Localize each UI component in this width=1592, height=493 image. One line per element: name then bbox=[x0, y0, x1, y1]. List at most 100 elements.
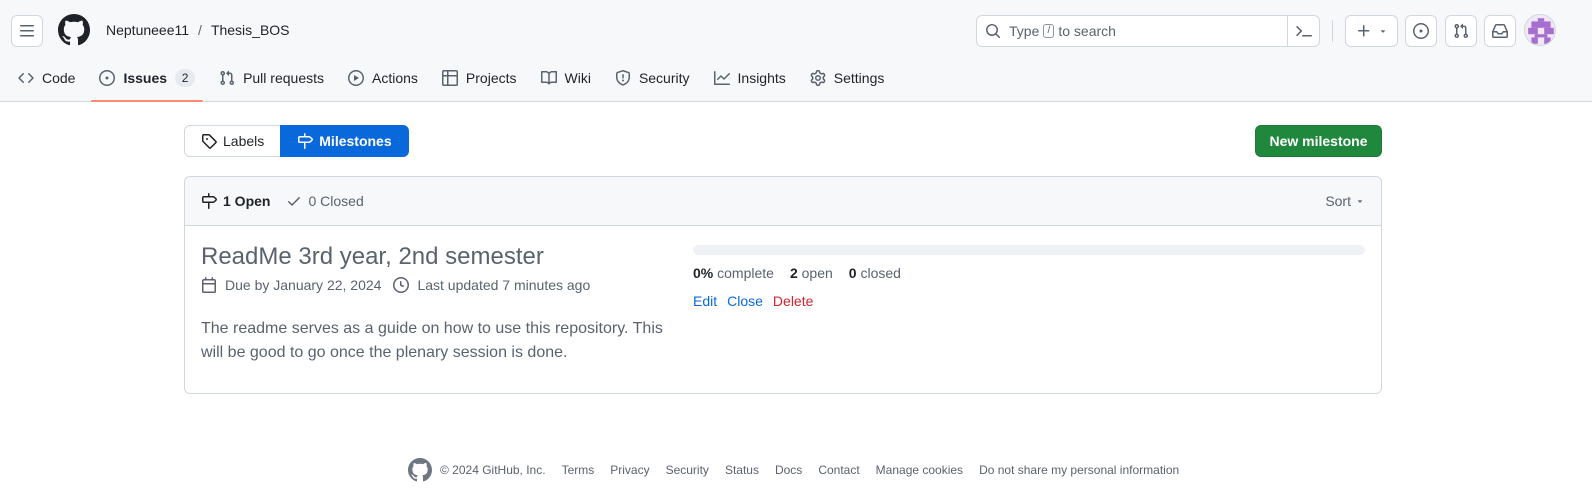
milestone-due-text: Due by January 22, 2024 bbox=[225, 277, 382, 293]
milestone-description: The readme serves as a guide on how to u… bbox=[201, 320, 663, 361]
breadcrumb: Neptuneee11 / Thesis_BOS bbox=[106, 22, 290, 38]
tab-projects[interactable]: Projects bbox=[434, 62, 525, 94]
footer-link-privacy[interactable]: Privacy bbox=[610, 463, 649, 477]
gear-icon bbox=[810, 70, 834, 86]
labels-tab-label: Labels bbox=[223, 133, 265, 149]
footer-link-terms[interactable]: Terms bbox=[562, 463, 595, 477]
tab-insights[interactable]: Insights bbox=[706, 62, 794, 94]
open-issues-label: open bbox=[801, 265, 833, 281]
book-icon bbox=[540, 70, 565, 86]
tab-pull-requests[interactable]: Pull requests bbox=[211, 62, 332, 94]
footer-link-docs[interactable]: Docs bbox=[775, 463, 802, 477]
inbox-button[interactable] bbox=[1484, 15, 1516, 47]
table-icon bbox=[441, 70, 466, 86]
tab-security[interactable]: Security bbox=[607, 62, 698, 94]
tag-icon bbox=[201, 133, 223, 149]
milestones-list-header: 1 Open 0 Closed Sort bbox=[185, 177, 1381, 226]
github-logo-icon[interactable] bbox=[58, 14, 90, 46]
open-count-label: 1 Open bbox=[223, 193, 271, 209]
milestone-meta: Due by January 22, 2024 Last updated 7 m… bbox=[201, 277, 602, 293]
labels-tab[interactable]: Labels bbox=[184, 125, 281, 157]
tab-label: Wiki bbox=[564, 70, 591, 86]
percent-complete: 0% complete bbox=[693, 265, 774, 281]
closed-issues-count[interactable]: 0 closed bbox=[849, 265, 901, 281]
pull-requests-button[interactable] bbox=[1445, 15, 1477, 47]
edit-milestone-link[interactable]: Edit bbox=[693, 293, 717, 309]
issues-count-badge: 2 bbox=[175, 69, 196, 87]
create-new-button[interactable] bbox=[1345, 15, 1398, 47]
milestone-actions: Edit Close Delete bbox=[693, 293, 823, 309]
tab-label: Pull requests bbox=[243, 70, 324, 86]
owner-link[interactable]: Neptuneee11 bbox=[106, 22, 189, 38]
closed-issues-label: closed bbox=[860, 265, 901, 281]
milestone-updated: Last updated 7 minutes ago bbox=[393, 277, 590, 293]
issues-button[interactable] bbox=[1405, 15, 1437, 47]
command-palette-button[interactable] bbox=[1287, 16, 1319, 46]
code-icon bbox=[18, 70, 42, 86]
closed-milestones-filter[interactable]: 0 Closed bbox=[286, 193, 364, 209]
milestone-stats: 0% complete 2 open 0 closed bbox=[693, 265, 917, 281]
github-mark-icon[interactable] bbox=[408, 458, 432, 482]
search-shortcut-key: / bbox=[1043, 24, 1055, 38]
milestone-updated-text: Last updated 7 minutes ago bbox=[417, 277, 591, 293]
closed-issues-value: 0 bbox=[848, 265, 857, 281]
milestones-list: 1 Open 0 Closed Sort ReadMe 3rd year, 2n… bbox=[184, 176, 1382, 394]
open-issues-value: 2 bbox=[789, 265, 798, 281]
header-divider bbox=[1332, 20, 1333, 42]
search-placeholder-start: Type bbox=[1009, 23, 1040, 39]
sort-label: Sort bbox=[1325, 193, 1351, 209]
plus-icon bbox=[1356, 23, 1372, 39]
tab-label: Actions bbox=[372, 70, 418, 86]
play-icon bbox=[348, 70, 372, 86]
calendar-icon bbox=[201, 277, 225, 293]
clock-icon bbox=[393, 277, 417, 293]
menu-button[interactable] bbox=[11, 15, 43, 47]
tab-label: Projects bbox=[465, 70, 517, 86]
inbox-icon bbox=[1492, 23, 1508, 39]
tab-label: Settings bbox=[833, 70, 885, 86]
tab-label: Code bbox=[42, 70, 76, 86]
milestone-icon bbox=[201, 193, 223, 209]
search-icon bbox=[985, 23, 1001, 39]
triangle-down-icon bbox=[1355, 196, 1365, 206]
tab-actions[interactable]: Actions bbox=[340, 62, 426, 94]
close-milestone-link[interactable]: Close bbox=[727, 293, 763, 309]
terminal-icon bbox=[1295, 23, 1312, 39]
hamburger-icon bbox=[19, 23, 35, 39]
user-avatar[interactable] bbox=[1524, 14, 1556, 46]
milestones-tab-label: Milestones bbox=[319, 133, 392, 149]
milestone-title[interactable]: ReadMe 3rd year, 2nd semester bbox=[201, 243, 544, 271]
app-header: Neptuneee11 / Thesis_BOS Type / to searc… bbox=[0, 0, 1592, 102]
tab-code[interactable]: Code bbox=[10, 62, 83, 94]
footer-copyright: © 2024 GitHub, Inc. bbox=[440, 463, 546, 477]
tab-issues[interactable]: Issues 2 bbox=[91, 62, 203, 102]
sort-dropdown[interactable]: Sort bbox=[1325, 193, 1365, 209]
percent-label: complete bbox=[717, 265, 774, 281]
delete-milestone-link[interactable]: Delete bbox=[773, 293, 813, 309]
milestones-tab[interactable]: Milestones bbox=[280, 125, 409, 157]
triangle-down-icon bbox=[1378, 26, 1388, 36]
repo-link[interactable]: Thesis_BOS bbox=[211, 22, 290, 38]
footer-link-contact[interactable]: Contact bbox=[818, 463, 859, 477]
issue-opened-icon bbox=[99, 70, 123, 86]
open-issues-count[interactable]: 2 open bbox=[790, 265, 833, 281]
footer-link-security[interactable]: Security bbox=[666, 463, 709, 477]
repo-nav: Code Issues 2 Pull requests Actions Proj… bbox=[10, 62, 900, 102]
footer-link-status[interactable]: Status bbox=[725, 463, 759, 477]
milestone-due: Due by January 22, 2024 bbox=[201, 277, 381, 293]
footer-link-do-not-share[interactable]: Do not share my personal information bbox=[979, 463, 1179, 477]
tab-label: Insights bbox=[737, 70, 786, 86]
footer-link-manage-cookies[interactable]: Manage cookies bbox=[876, 463, 963, 477]
check-icon bbox=[286, 193, 308, 209]
milestone-icon bbox=[297, 133, 319, 149]
open-milestones-filter[interactable]: 1 Open bbox=[201, 193, 270, 209]
search-input[interactable]: Type / to search bbox=[976, 15, 1320, 47]
tab-label: Issues bbox=[123, 70, 168, 86]
tab-settings[interactable]: Settings bbox=[802, 62, 893, 94]
tab-wiki[interactable]: Wiki bbox=[533, 62, 599, 94]
milestone-progress-bar bbox=[693, 245, 1365, 255]
closed-count-label: 0 Closed bbox=[308, 193, 364, 209]
breadcrumb-separator: / bbox=[198, 22, 202, 38]
percent-value: 0% bbox=[693, 265, 714, 281]
new-milestone-button[interactable]: New milestone bbox=[1255, 125, 1382, 157]
